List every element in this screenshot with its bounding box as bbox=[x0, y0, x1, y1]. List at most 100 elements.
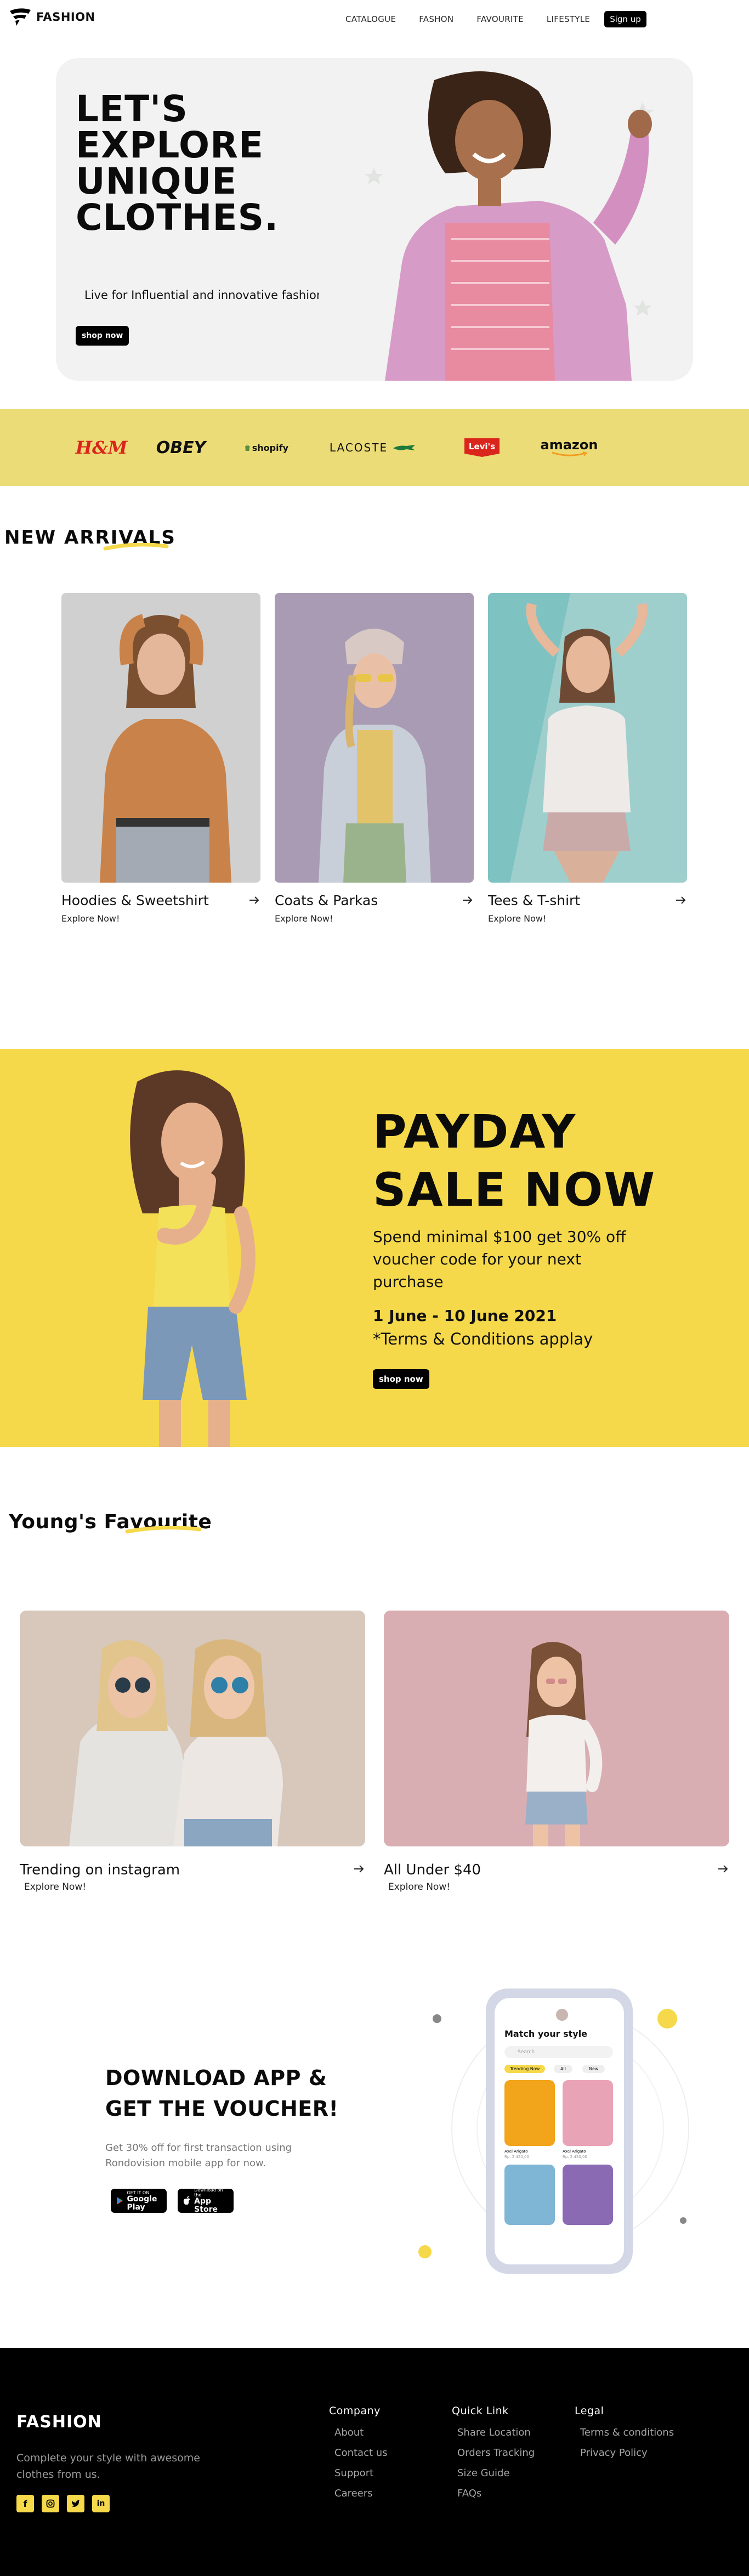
nav-link-catalogue[interactable]: CATALOGUE bbox=[345, 14, 396, 24]
phone-search-input: Search bbox=[504, 2046, 613, 2058]
product-card-hoodies[interactable]: Hoodies & Sweetshirt Explore Now! bbox=[61, 593, 260, 924]
product-card-coats[interactable]: Coats & Parkas Explore Now! bbox=[275, 593, 474, 924]
footer-link-terms[interactable]: Terms & conditions bbox=[580, 2422, 674, 2443]
arrow-right-icon[interactable] bbox=[462, 895, 474, 906]
footer-description: Complete your style with awesome clothes… bbox=[16, 2452, 200, 2481]
phone-product-name: Axel Arigato bbox=[563, 2149, 586, 2154]
payday-date: 1 June - 10 June 2021 bbox=[373, 1307, 557, 1325]
footer-link-size-guide[interactable]: Size Guide bbox=[457, 2463, 535, 2483]
hero-subtitle: Live for Influential and innovative fash… bbox=[84, 289, 328, 302]
title-underline-swoosh bbox=[103, 543, 169, 551]
twitter-icon[interactable] bbox=[67, 2495, 84, 2512]
phone-chip: New bbox=[582, 2065, 605, 2073]
footer-col-title: Quick Link bbox=[452, 2405, 509, 2417]
explore-link[interactable]: Explore Now! bbox=[275, 913, 333, 924]
hero-banner: LET'S EXPLORE UNIQUE CLOTHES. Live for I… bbox=[56, 58, 693, 381]
nav-link-fashion[interactable]: FASHON bbox=[419, 14, 453, 24]
download-app-title: DOWNLOAD APP & GET THE VOUCHER! bbox=[105, 2063, 338, 2124]
phone-screen: Match your style Search Trending Now All… bbox=[495, 1998, 624, 2264]
hero-title-line: CLOTHES. bbox=[76, 196, 279, 239]
card-title: Tees & T-shirt bbox=[488, 892, 581, 908]
explore-link[interactable]: Explore Now! bbox=[388, 1882, 450, 1893]
title-underline-swoosh bbox=[125, 1526, 202, 1534]
linkedin-icon[interactable]: in bbox=[92, 2495, 110, 2512]
footer-link-orders-tracking[interactable]: Orders Tracking bbox=[457, 2443, 535, 2463]
under-40-model-image bbox=[384, 1611, 729, 1846]
nav-link-lifestyle[interactable]: LIFESTYLE bbox=[547, 14, 590, 24]
footer-col-company: Company About Contact us Support Careers bbox=[329, 2405, 388, 2504]
payday-shop-now-button[interactable]: shop now bbox=[373, 1369, 429, 1389]
download-app-title-line: DOWNLOAD APP & bbox=[105, 2066, 327, 2090]
product-card-tees[interactable]: Tees & T-shirt Explore Now! bbox=[488, 593, 687, 924]
hero-model-image bbox=[319, 58, 693, 381]
hero-title-line: LET'S bbox=[76, 88, 188, 130]
footer-col-legal: Legal Terms & conditions Privacy Policy bbox=[575, 2405, 674, 2463]
footer-col-title: Legal bbox=[575, 2405, 604, 2417]
brand-levis-text: Levi's bbox=[464, 438, 500, 457]
payday-sale-banner: PAYDAY SALE NOW Spend minimal $100 get 3… bbox=[0, 1049, 749, 1447]
top-navbar: FASHION CATALOGUE FASHON FAVOURITE LIFES… bbox=[0, 0, 749, 36]
signup-button[interactable]: Sign up bbox=[604, 11, 646, 27]
hero-title-line: UNIQUE bbox=[76, 160, 237, 202]
brand-obey-text: OBEY bbox=[156, 438, 206, 457]
instagram-icon[interactable] bbox=[42, 2495, 59, 2512]
shop-now-button[interactable]: shop now bbox=[76, 326, 129, 346]
brand-hm-text: H&M bbox=[75, 437, 128, 458]
download-app-description: Get 30% off for first transaction using … bbox=[105, 2142, 292, 2169]
footer-link-contact[interactable]: Contact us bbox=[334, 2443, 388, 2463]
nav-link-favourite[interactable]: FAVOURITE bbox=[476, 14, 524, 24]
arrow-right-icon[interactable] bbox=[353, 1863, 365, 1874]
phone-product-price: Rp. 2.450,00 bbox=[563, 2155, 587, 2159]
phone-chip-active: Trending Now bbox=[504, 2065, 546, 2073]
footer-col-quick-link: Quick Link Share Location Orders Trackin… bbox=[452, 2405, 535, 2504]
footer-col-title: Company bbox=[329, 2405, 381, 2417]
phone-product-image bbox=[563, 2165, 613, 2225]
arrow-right-icon[interactable] bbox=[248, 895, 260, 906]
phone-avatar bbox=[556, 2009, 568, 2021]
nav-links: CATALOGUE FASHON FAVOURITE LIFESTYLE Sig… bbox=[345, 11, 646, 27]
app-store-small: Download on the bbox=[194, 2188, 223, 2197]
arrow-right-icon[interactable] bbox=[717, 1863, 729, 1874]
brand-amazon-text: amazon bbox=[540, 437, 598, 453]
footer: FASHION Complete your style with awesome… bbox=[0, 2348, 749, 2576]
sale-model-image bbox=[0, 1049, 373, 1447]
footer-link-privacy[interactable]: Privacy Policy bbox=[580, 2443, 674, 2463]
explore-link[interactable]: Explore Now! bbox=[24, 1882, 86, 1893]
app-store-text: Download on the App Store bbox=[194, 2188, 228, 2214]
app-store-button[interactable]: Download on the App Store bbox=[178, 2188, 234, 2214]
footer-brand: FASHION bbox=[16, 2413, 102, 2432]
apple-icon bbox=[183, 2196, 190, 2205]
payday-title: PAYDAY SALE NOW bbox=[373, 1103, 656, 1219]
phone-product-name: Axel Arigato bbox=[504, 2149, 528, 2154]
facebook-icon[interactable]: f bbox=[16, 2495, 34, 2512]
card-title: All Under $40 bbox=[384, 1862, 481, 1878]
brand-lacoste-logo: LACOSTE bbox=[324, 434, 422, 461]
instagram-glyph bbox=[46, 2499, 55, 2508]
crocodile-icon bbox=[393, 445, 416, 450]
card-image bbox=[384, 1611, 729, 1846]
card-image bbox=[20, 1611, 365, 1846]
favourite-card-under-40[interactable]: All Under $40 Explore Now! bbox=[384, 1611, 729, 1896]
payday-description: Spend minimal $100 get 30% off voucher c… bbox=[373, 1228, 626, 1291]
footer-link-about[interactable]: About bbox=[334, 2422, 388, 2443]
google-play-button[interactable]: GET IT ON Google Play bbox=[111, 2189, 167, 2213]
phone-chip: All bbox=[554, 2065, 572, 2073]
explore-link[interactable]: Explore Now! bbox=[61, 913, 120, 924]
footer-link-support[interactable]: Support bbox=[334, 2463, 388, 2483]
footer-link-share-location[interactable]: Share Location bbox=[457, 2422, 535, 2443]
footer-link-careers[interactable]: Careers bbox=[334, 2483, 388, 2504]
coat-model-image bbox=[275, 593, 474, 883]
explore-link[interactable]: Explore Now! bbox=[488, 913, 546, 924]
download-app-title-line: GET THE VOUCHER! bbox=[105, 2097, 339, 2121]
card-title: Trending on instagram bbox=[20, 1862, 180, 1878]
google-play-big: Google Play bbox=[127, 2194, 157, 2212]
favourite-card-instagram[interactable]: Trending on instagram Explore Now! bbox=[20, 1611, 365, 1896]
hoodie-model-image bbox=[61, 593, 260, 883]
payday-title-line: SALE NOW bbox=[373, 1163, 656, 1217]
brand-lacoste-text: LACOSTE bbox=[329, 441, 388, 454]
footer-link-faqs[interactable]: FAQs bbox=[457, 2483, 535, 2504]
brand-logo[interactable]: FASHION bbox=[9, 8, 95, 26]
card-title: Coats & Parkas bbox=[275, 892, 378, 908]
tee-model-image bbox=[488, 593, 687, 883]
arrow-right-icon[interactable] bbox=[675, 895, 687, 906]
